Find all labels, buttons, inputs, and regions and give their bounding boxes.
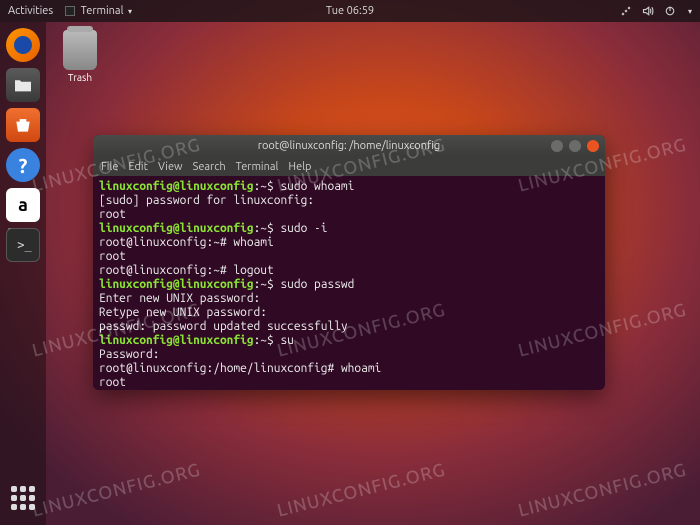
terminal-content[interactable]: linuxconfig@linuxconfig:~$ sudo whoami[s… bbox=[93, 176, 605, 390]
terminal-line: linuxconfig@linuxconfig:~$ su bbox=[99, 334, 599, 348]
files-launcher[interactable] bbox=[6, 68, 40, 102]
amazon-launcher[interactable]: a bbox=[6, 188, 40, 222]
show-applications-button[interactable] bbox=[6, 481, 40, 515]
top-bar: Activities Terminal ▾ Tue 06:59 ▾ bbox=[0, 0, 700, 22]
chevron-down-icon: ▾ bbox=[128, 7, 132, 16]
terminal-launcher[interactable] bbox=[6, 228, 40, 262]
terminal-line: root bbox=[99, 208, 599, 222]
system-menu-chevron-icon[interactable]: ▾ bbox=[688, 7, 692, 16]
watermark: LINUXCONFIG.ORG bbox=[516, 459, 688, 520]
terminal-line: root@linuxconfig:~# logout bbox=[99, 264, 599, 278]
menu-terminal[interactable]: Terminal bbox=[236, 161, 279, 173]
watermark: LINUXCONFIG.ORG bbox=[275, 459, 447, 520]
menu-file[interactable]: File bbox=[101, 161, 118, 173]
trash-icon bbox=[63, 30, 97, 70]
trash-desktop-icon[interactable]: Trash bbox=[58, 30, 102, 83]
app-menu-label: Terminal bbox=[81, 5, 124, 17]
terminal-line: root bbox=[99, 250, 599, 264]
activities-button[interactable]: Activities bbox=[8, 5, 53, 17]
firefox-launcher[interactable] bbox=[6, 28, 40, 62]
clock[interactable]: Tue 06:59 bbox=[326, 5, 374, 17]
watermark: LINUXCONFIG.ORG bbox=[30, 459, 202, 520]
window-menubar: File Edit View Search Terminal Help bbox=[93, 157, 605, 176]
terminal-line: root@linuxconfig:~# whoami bbox=[99, 236, 599, 250]
close-button[interactable] bbox=[587, 140, 599, 152]
desktop: Activities Terminal ▾ Tue 06:59 ▾ ? a bbox=[0, 0, 700, 525]
menu-edit[interactable]: Edit bbox=[128, 161, 148, 173]
trash-label: Trash bbox=[58, 72, 102, 83]
terminal-line: Retype new UNIX password: bbox=[99, 306, 599, 320]
terminal-line: linuxconfig@linuxconfig:~$ sudo whoami bbox=[99, 180, 599, 194]
menu-view[interactable]: View bbox=[158, 161, 183, 173]
minimize-button[interactable] bbox=[551, 140, 563, 152]
software-launcher[interactable] bbox=[6, 108, 40, 142]
terminal-line: [sudo] password for linuxconfig: bbox=[99, 194, 599, 208]
menu-help[interactable]: Help bbox=[288, 161, 311, 173]
launcher-dock: ? a bbox=[0, 22, 46, 525]
window-title: root@linuxconfig: /home/linuxconfig bbox=[93, 140, 605, 152]
terminal-line: passwd: password updated successfully bbox=[99, 320, 599, 334]
maximize-button[interactable] bbox=[569, 140, 581, 152]
terminal-line: Enter new UNIX password: bbox=[99, 292, 599, 306]
terminal-icon bbox=[65, 6, 75, 16]
menu-search[interactable]: Search bbox=[193, 161, 226, 173]
terminal-line: root@linuxconfig:/home/linuxconfig# whoa… bbox=[99, 362, 599, 376]
terminal-line: Password: bbox=[99, 348, 599, 362]
power-icon[interactable] bbox=[664, 5, 676, 17]
help-launcher[interactable]: ? bbox=[6, 148, 40, 182]
volume-icon[interactable] bbox=[642, 5, 654, 17]
network-icon[interactable] bbox=[620, 5, 632, 17]
app-menu-button[interactable]: Terminal ▾ bbox=[65, 5, 132, 17]
window-titlebar[interactable]: root@linuxconfig: /home/linuxconfig bbox=[93, 135, 605, 157]
terminal-line: root bbox=[99, 376, 599, 390]
terminal-window: root@linuxconfig: /home/linuxconfig File… bbox=[93, 135, 605, 390]
terminal-line: linuxconfig@linuxconfig:~$ sudo passwd bbox=[99, 278, 599, 292]
terminal-line: linuxconfig@linuxconfig:~$ sudo -i bbox=[99, 222, 599, 236]
